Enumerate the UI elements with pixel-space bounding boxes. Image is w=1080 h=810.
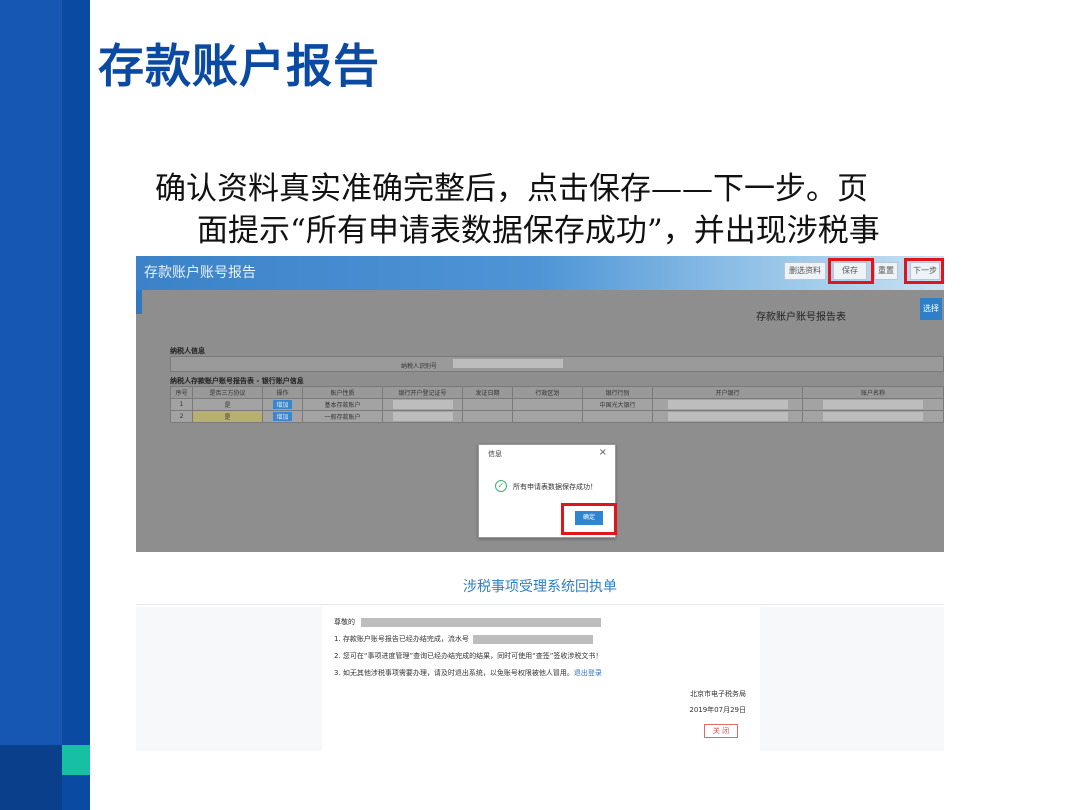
col-header: 银行行别 [582, 386, 653, 399]
redacted-value [823, 400, 923, 409]
receipt-date: 2019年07月29日 [689, 706, 746, 714]
account-type-select[interactable]: 基本存款账户 [302, 398, 383, 411]
receipt-line-3-text: 3. 如无其他涉税事项需要办理，请及时退出系统，以免账号权限被他人冒用。 [334, 669, 574, 677]
region-cell[interactable] [512, 410, 583, 423]
license-no-cell[interactable] [382, 398, 463, 411]
col-header: 开户银行 [652, 386, 803, 399]
side-select-button[interactable]: 选择 [920, 298, 942, 320]
dialog-message: 所有申请表数据保存成功！ [513, 483, 597, 491]
taxpayer-id-row: 纳税人识别号 [170, 356, 944, 372]
close-icon[interactable]: × [599, 447, 607, 458]
receipt-left-margin [136, 607, 322, 751]
receipt-line-2: 2. 您可在“事项进度管理”查询已经办结完成的结果，同时可使用“查签”签收涉税文… [334, 652, 603, 660]
body-line-2: 面提示“所有申请表数据保存成功”，并出现涉税事 [197, 213, 880, 249]
col-header: 操作 [262, 386, 303, 399]
left-bar-light-stripe [0, 0, 62, 810]
redacted-value [392, 412, 453, 421]
dialog-title: 信息 [488, 450, 502, 458]
body-line-1: 确认资料真实准确完整后，点击保存——下一步。页 [155, 171, 868, 207]
tripartite-select[interactable]: 是 [192, 410, 263, 423]
account-name-cell[interactable] [802, 410, 944, 423]
next-highlight-box [904, 258, 944, 284]
col-header: 账户名称 [802, 386, 944, 399]
table-row: 2 是 增加 一般存款账户 [170, 410, 944, 423]
header-divider [136, 604, 944, 605]
add-cell: 增加 [262, 410, 303, 423]
add-row-button[interactable]: 增加 [273, 412, 292, 421]
table-header-row: 序号 是否三方协议 操作 账户性质 银行开户登记证号 发证日期 行政区划 银行行… [170, 386, 944, 399]
left-bar-dark-block [0, 745, 62, 810]
greeting-text: 尊敬的 [334, 618, 355, 626]
left-bar-teal-accent [62, 745, 90, 775]
issue-date-cell[interactable] [462, 410, 513, 423]
bank-branch-cell[interactable] [652, 410, 803, 423]
license-no-cell[interactable] [382, 410, 463, 423]
col-header: 账户性质 [302, 386, 383, 399]
bank-type-select[interactable]: 中国光大银行 [582, 398, 653, 411]
tripartite-select[interactable]: 是 [192, 398, 263, 411]
bank-type-select[interactable] [582, 410, 653, 423]
confirm-highlight-box [561, 503, 617, 535]
screenshot-receipt: 涉税事项受理系统回执单 尊敬的 1. 存款账户账号报告已经办结完成，流水号 2.… [136, 571, 944, 751]
account-name-cell[interactable] [802, 398, 944, 411]
add-cell: 增加 [262, 398, 303, 411]
receipt-line-3: 3. 如无其他涉税事项需要办理，请及时退出系统，以免账号权限被他人冒用。退出登录 [334, 668, 602, 678]
receipt-panel: 尊敬的 1. 存款账户账号报告已经办结完成，流水号 2. 您可在“事项进度管理”… [322, 607, 760, 745]
redacted-value [392, 400, 453, 409]
redacted-value [823, 412, 923, 421]
prev-data-button[interactable]: 删选资料 [784, 262, 826, 280]
col-header: 发证日期 [462, 386, 513, 399]
slide-body-text: 确认资料真实准确完整后，点击保存——下一步。页 面提示“所有申请表数据保存成功”… [155, 168, 1015, 252]
redacted-serial [473, 634, 594, 644]
save-success-dialog: 信息 × ✓ 所有申请表数据保存成功！ 确定 [478, 444, 617, 538]
screenshot-report-form: 存款账户账号报告 删选资料 保存 重置 下一步 存款账户账号报告表 选择 纳税人… [136, 256, 944, 552]
app-title: 存款账户账号报告 [144, 265, 256, 281]
app-header: 存款账户账号报告 删选资料 保存 重置 下一步 [136, 256, 944, 290]
bank-account-table: 序号 是否三方协议 操作 账户性质 银行开户登记证号 发证日期 行政区划 银行行… [170, 386, 944, 423]
col-header: 序号 [170, 386, 193, 399]
col-header: 银行开户登记证号 [382, 386, 463, 399]
close-button[interactable]: 关 闭 [704, 724, 738, 738]
receipt-title: 涉税事项受理系统回执单 [463, 579, 617, 595]
receipt-header: 涉税事项受理系统回执单 [136, 571, 944, 607]
redacted-value [667, 412, 788, 421]
table-row: 1 是 增加 基本存款账户 中国光大银行 [170, 398, 944, 411]
taxpayer-section-heading: 纳税人信息 [170, 347, 205, 355]
issuing-authority: 北京市电子税务局 [690, 690, 746, 698]
account-type-select[interactable]: 一般存款账户 [302, 410, 383, 423]
redacted-name [361, 617, 602, 627]
issue-date-cell[interactable] [462, 398, 513, 411]
taxpayer-id-label: 纳税人识别号 [401, 363, 438, 370]
row-number: 1 [170, 398, 193, 411]
form-title: 存款账户账号报告表 [756, 312, 846, 323]
receipt-line-1: 1. 存款账户账号报告已经办结完成，流水号 [334, 634, 594, 644]
logout-link[interactable]: 退出登录 [574, 669, 602, 677]
row-number: 2 [170, 410, 193, 423]
save-highlight-box [828, 258, 874, 284]
taxpayer-id-value-redacted [453, 359, 563, 368]
col-header: 是否三方协议 [192, 386, 263, 399]
reset-button[interactable]: 重置 [874, 262, 898, 280]
form-canvas: 存款账户账号报告表 选择 纳税人信息 纳税人识别号 纳税人存款账户账号报告表 -… [136, 290, 944, 552]
bank-branch-cell[interactable] [652, 398, 803, 411]
redacted-value [667, 400, 788, 409]
add-row-button[interactable]: 增加 [273, 400, 292, 409]
check-circle-icon: ✓ [495, 480, 507, 492]
bank-section-heading: 纳税人存款账户账号报告表 - 银行账户信息 [170, 377, 304, 385]
slide-title: 存款账户报告 [98, 39, 380, 93]
receipt-line-1-text: 1. 存款账户账号报告已经办结完成，流水号 [334, 635, 469, 643]
left-decoration-bar [0, 0, 90, 810]
region-cell[interactable] [512, 398, 583, 411]
greeting-line: 尊敬的 [334, 617, 602, 627]
receipt-right-margin [760, 607, 944, 751]
col-header: 行政区划 [512, 386, 583, 399]
